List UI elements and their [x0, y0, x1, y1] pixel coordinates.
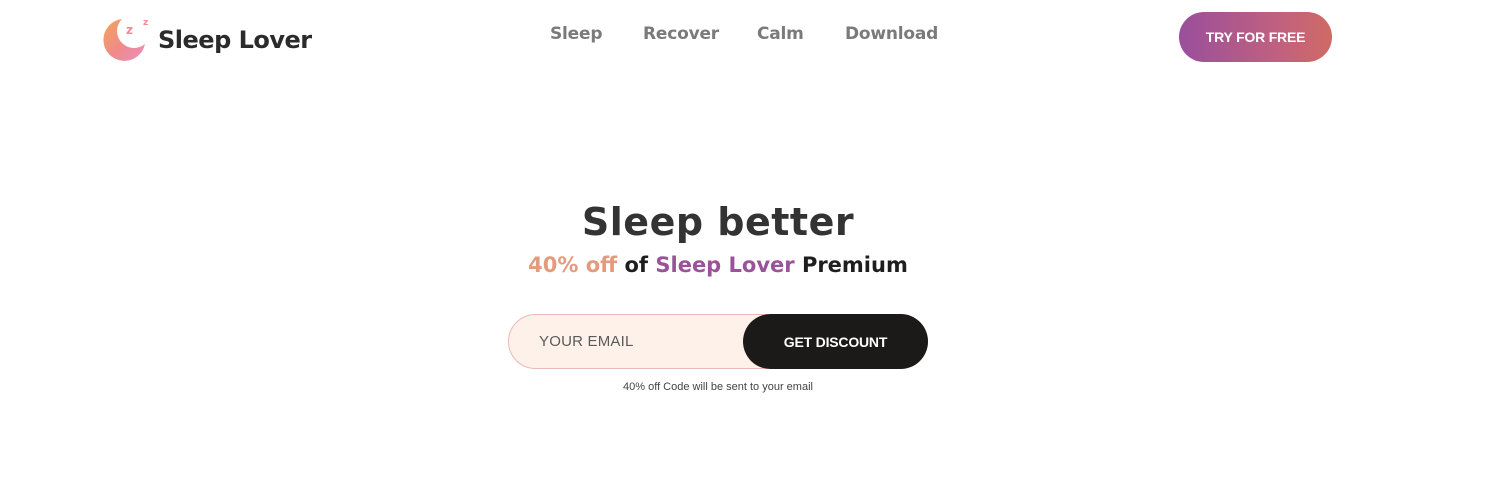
nav-item-download[interactable]: Download [845, 24, 938, 44]
nav-item-calm[interactable]: Calm [757, 24, 804, 44]
discount-note: 40% off Code will be sent to your email [623, 381, 813, 393]
brand-name: Sleep Lover [158, 26, 312, 54]
svg-text:z: z [126, 23, 133, 37]
discount-text: 40% off [528, 253, 618, 277]
brand-logo-link[interactable]: z z Sleep Lover [102, 14, 312, 62]
subtitle-of-text: of [624, 253, 649, 277]
hero-subtitle: 40% off of Sleep Lover Premium [0, 253, 1436, 277]
try-for-free-button[interactable]: TRY FOR FREE [1179, 12, 1332, 62]
nav-item-sleep[interactable]: Sleep [550, 24, 603, 44]
nav-item-recover[interactable]: Recover [643, 24, 719, 44]
tier-text: Premium [801, 253, 908, 277]
discount-form: GET DISCOUNT [508, 314, 928, 369]
moon-zzz-icon: z z [102, 14, 152, 62]
hero-title: Sleep better [581, 200, 855, 244]
get-discount-button[interactable]: GET DISCOUNT [743, 314, 928, 369]
svg-text:z: z [143, 18, 148, 28]
product-name-text: Sleep Lover [655, 253, 795, 277]
landing-page: z z Sleep Lover Sleep Recover Calm Downl… [0, 0, 1498, 484]
